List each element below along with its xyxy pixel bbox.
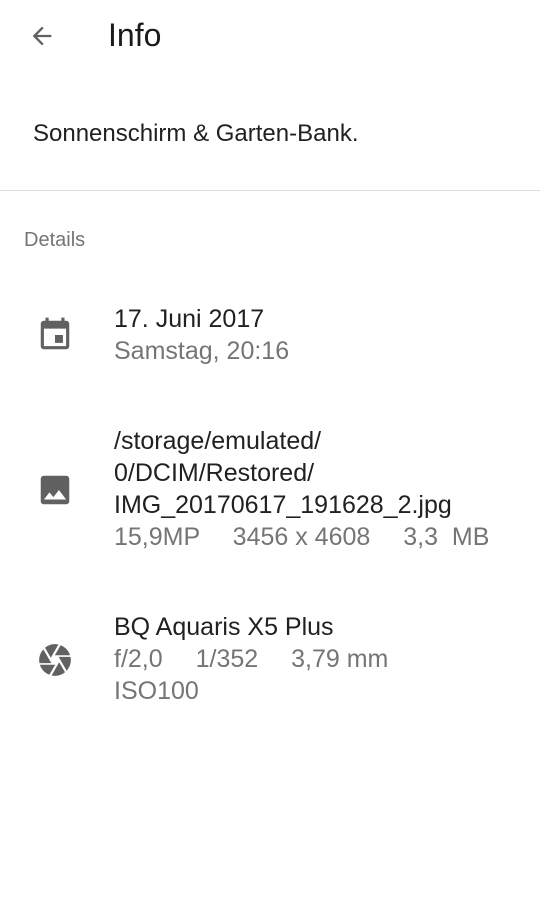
resolution-text: 3456 x 4608 [232,523,371,551]
camera-model-text: BQ Aquaris X5 Plus [114,613,334,641]
divider [0,190,540,191]
file-size-text: 3,3 MB [403,523,490,551]
camera-details: BQ Aquaris X5 Plus f/2,0 1/352 3,79 mm I… [114,611,534,707]
megapixels-text: 15,9MP [114,523,200,551]
iso-text: ISO100 [114,677,199,705]
calendar-icon [36,316,74,354]
image-icon [36,471,74,509]
page-title: Info [108,17,162,53]
camera-settings: f/2,0 1/352 3,79 mm [114,643,534,675]
focal-length-text: 3,79 mm [291,645,389,673]
exposure-text: 1/352 [195,645,259,673]
day-time-text: Samstag, 20:16 [114,337,290,365]
file-path-line: IMG_20170617_191628_2.jpg [114,491,452,519]
date-details: 17. Juni 2017 Samstag, 20:16 [114,303,534,367]
file-path-line: /storage/emulated/ [114,427,322,455]
details-section-label: Details [24,229,86,251]
file-meta: 15,9MP 3456 x 4608 3,3 MB [114,521,534,553]
arrow-back-icon [32,26,52,46]
date-text: 17. Juni 2017 [114,305,265,333]
app-bar: Info [0,0,540,72]
file-path-line: 0/DCIM/Restored/ [114,459,315,487]
photo-description[interactable]: Sonnenschirm & Garten-Bank. [33,118,359,150]
file-details: /storage/emulated/ 0/DCIM/Restored/ IMG_… [114,425,534,553]
back-button[interactable] [20,14,64,58]
aperture-text: f/2,0 [114,645,163,673]
aperture-icon [36,641,74,679]
